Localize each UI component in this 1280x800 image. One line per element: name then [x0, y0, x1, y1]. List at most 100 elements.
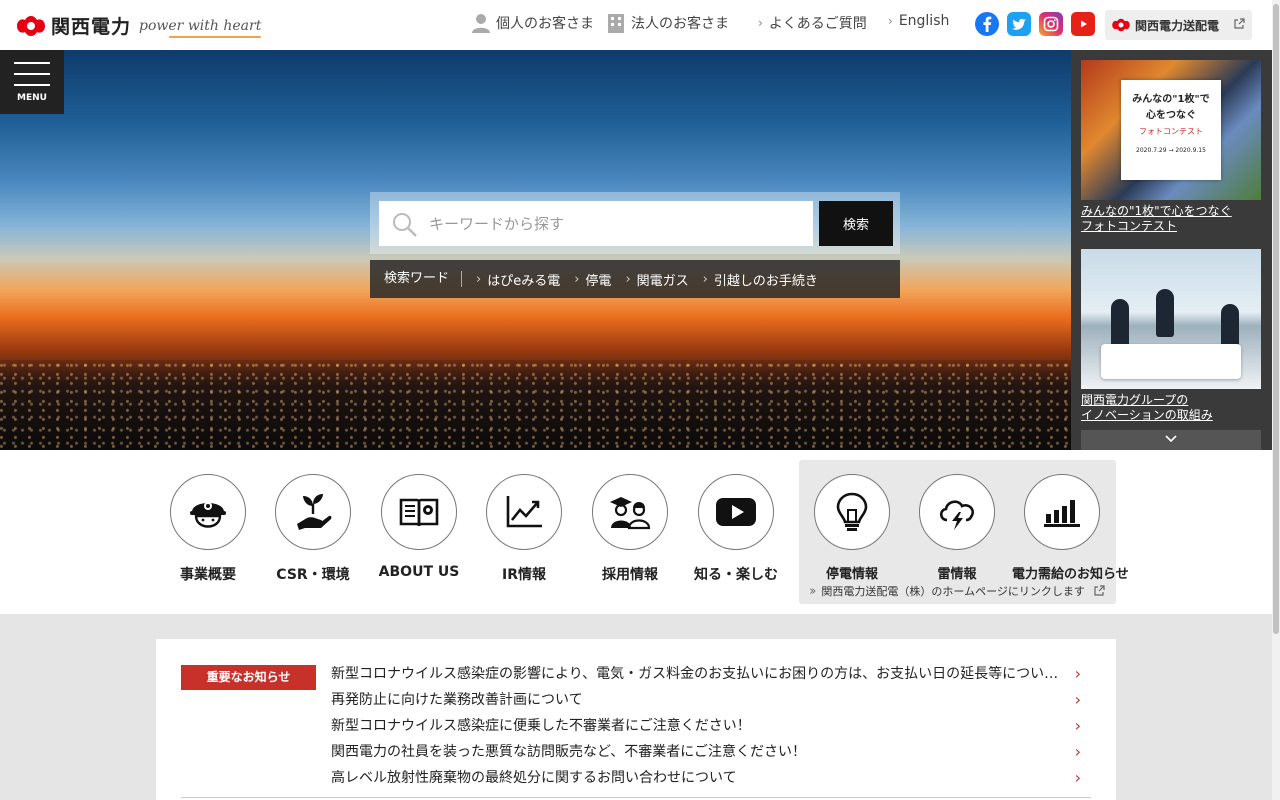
instagram-icon[interactable] [1039, 12, 1063, 36]
twitter-icon[interactable] [1007, 12, 1031, 36]
icon-circle [486, 474, 562, 550]
chevron-right-icon: › [758, 16, 763, 30]
innovation-image [1081, 249, 1261, 389]
nav-power-supply-info[interactable]: 電力需給のお知らせ [1012, 474, 1129, 582]
chevron-right-icon: › [1074, 690, 1081, 709]
innovation-banner[interactable]: 関西電力グループの イノベーションの取組み [1081, 249, 1261, 423]
poster-dates: 2020.7.29 → 2020.9.15 [1136, 147, 1206, 154]
icon-circle [814, 474, 890, 550]
notice-item[interactable]: 関西電力の社員を装った悪質な訪問販売など、不審業者にご注意ください！ › [331, 739, 1081, 765]
nav-faq[interactable]: › よくあるご質問 [758, 13, 867, 33]
keyword-link[interactable]: 関電ガス [625, 270, 689, 289]
banner-caption-line: 関西電力グループの [1081, 393, 1189, 407]
nav-csr[interactable]: CSR・環境 [263, 474, 363, 584]
hamburger-icon [14, 62, 50, 95]
banner-caption-line: みんなの"1枚"で心をつなぐ [1081, 204, 1232, 218]
bar-signal-icon [1044, 500, 1080, 527]
icon-circle [170, 474, 246, 550]
book-icon [399, 498, 439, 527]
notice-list: 新型コロナウイルス感染症の影響により、電気・ガス料金のお支払いにお困りの方は、お… [331, 661, 1081, 791]
nav-business-overview[interactable]: 事業概要 [158, 474, 258, 584]
external-link-icon [1094, 585, 1105, 596]
page-scrollbar[interactable] [1272, 0, 1280, 800]
lightbulb-icon [836, 492, 868, 531]
poster-subtitle: フォトコンテスト [1139, 127, 1203, 136]
nav-label: 採用情報 [602, 567, 658, 583]
nav-learn-enjoy[interactable]: 知る・楽しむ [686, 474, 786, 584]
nav-corporate-label: 法人のお客さま [631, 16, 729, 32]
keyword-label: 検索ワード [384, 271, 463, 287]
notice-text: 新型コロナウイルス感染症に便乗した不審業者にご注意ください！ [331, 718, 751, 734]
nav-faq-label: よくあるご質問 [768, 16, 867, 32]
kepco-mark-icon [17, 15, 45, 36]
divider [181, 797, 1091, 798]
nav-lightning-info[interactable]: 雷情報 [907, 474, 1007, 582]
logo-text: 関西電力 [51, 16, 132, 38]
photo-contest-banner[interactable]: みんなの"1枚"で 心をつなぐ フォトコンテスト 2020.7.29 → 202… [1081, 60, 1261, 234]
icon-circle [919, 474, 995, 550]
person-figure [1111, 299, 1129, 347]
city-night-lights [0, 360, 1071, 450]
logo-tagline: power with heart [139, 17, 262, 38]
keyword-link[interactable]: 引越しのお手続き [703, 270, 818, 289]
nav-outage-info[interactable]: 停電情報 [802, 474, 902, 582]
keyword-link[interactable]: 停電 [574, 270, 611, 289]
chevron-down-icon [1165, 435, 1177, 443]
facebook-icon[interactable] [975, 12, 999, 36]
banner-caption: 関西電力グループの イノベーションの取組み [1081, 393, 1261, 423]
nav-corporate[interactable]: 法人のお客さま [607, 13, 729, 33]
meeting-table [1101, 344, 1241, 379]
banner-caption-line: イノベーションの取組み [1081, 408, 1213, 422]
notice-item[interactable]: 新型コロナウイルス感染症の影響により、電気・ガス料金のお支払いにお困りの方は、お… [331, 661, 1081, 687]
person-icon [472, 14, 490, 33]
notice-item[interactable]: 再発防止に向けた業務改善計画について › [331, 687, 1081, 713]
chevron-right-icon: › [1074, 768, 1081, 787]
side-banner-panel: みんなの"1枚"で 心をつなぐ フォトコンテスト 2020.7.29 → 202… [1071, 50, 1272, 450]
photo-contest-image: みんなの"1枚"で 心をつなぐ フォトコンテスト 2020.7.29 → 202… [1081, 60, 1261, 200]
nav-personal[interactable]: 個人のお客さま [472, 13, 594, 33]
nav-about-us[interactable]: ABOUT US [369, 474, 469, 580]
scrollbar-thumb[interactable] [1273, 4, 1279, 634]
external-link-icon [1234, 18, 1245, 29]
thunder-cloud-icon [939, 500, 974, 530]
notice-text: 関西電力の社員を装った悪質な訪問販売など、不審業者にご注意ください！ [331, 744, 807, 760]
worker-helmet-icon [190, 502, 226, 528]
banner-caption-line: フォトコンテスト [1081, 219, 1178, 233]
kepco-logo[interactable]: 関西電力 power with heart [15, 12, 262, 39]
td-homepage-link[interactable]: ›› 関西電力送配電（株）のホームページにリンクします [809, 583, 1105, 599]
nav-ir[interactable]: IR情報 [474, 474, 574, 584]
graduates-icon [610, 497, 651, 530]
notice-text: 高レベル放射性廃棄物の最終処分に関するお問い合わせについて [331, 770, 737, 786]
banner-scroll-down-button[interactable] [1081, 430, 1261, 450]
notice-item[interactable]: 新型コロナウイルス感染症に便乗した不審業者にご注意ください！ › [331, 713, 1081, 739]
search-button[interactable]: 検索 [819, 201, 893, 246]
nav-label: IR情報 [502, 567, 546, 583]
poster-title-2: 心をつなぐ [1146, 110, 1196, 121]
icon-circle [381, 474, 457, 550]
kansai-td-label: 関西電力送配電 [1135, 18, 1220, 33]
play-icon [716, 498, 756, 526]
td-link-text: 関西電力送配電（株）のホームページにリンクします [821, 585, 1085, 598]
nav-label: ABOUT US [378, 564, 460, 580]
youtube-icon[interactable] [1071, 12, 1095, 36]
keyword-link[interactable]: はぴeみる電 [476, 270, 560, 289]
menu-button[interactable]: MENU [0, 50, 64, 114]
kepco-mark-icon [1112, 18, 1130, 32]
important-notice-card: 重要なお知らせ 新型コロナウイルス感染症の影響により、電気・ガス料金のお支払いに… [156, 639, 1116, 800]
search-input[interactable] [379, 201, 813, 246]
nav-recruit[interactable]: 採用情報 [580, 474, 680, 584]
keyword-bar: 検索ワード はぴeみる電 停電 関電ガス 引越しのお手続き [370, 260, 900, 298]
line-chart-icon [506, 496, 542, 528]
nav-label: CSR・環境 [276, 567, 350, 583]
notice-item[interactable]: 高レベル放射性廃棄物の最終処分に関するお問い合わせについて › [331, 765, 1081, 791]
chevron-right-icon: › [1074, 742, 1081, 761]
nav-label: 電力需給のお知らせ [1012, 567, 1129, 582]
kansai-td-button[interactable]: 関西電力送配電 [1105, 10, 1252, 40]
td-info-panel: 停電情報 雷情報 電力需給のお知らせ ›› 関西電力送配電（株）のホームページに… [799, 460, 1129, 604]
nav-english[interactable]: › English [888, 13, 949, 29]
search-panel: 検索 [370, 192, 900, 254]
poster-title-1: みんなの"1枚"で [1132, 94, 1210, 105]
person-figure [1156, 289, 1174, 337]
double-chevron-icon: ›› [809, 583, 817, 599]
site-header: 関西電力 power with heart 個人のお客さま 法人のお客さま › … [0, 0, 1272, 50]
